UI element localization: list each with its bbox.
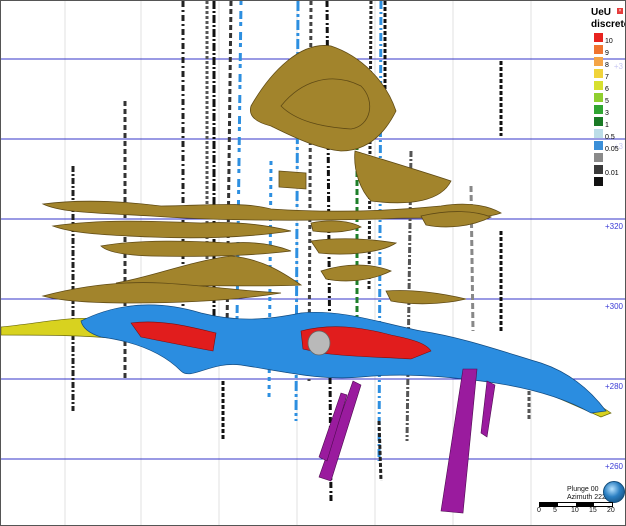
legend-swatch bbox=[594, 33, 603, 42]
elevation-label: +300 bbox=[604, 302, 623, 311]
legend-swatch bbox=[594, 177, 603, 186]
elevation-label: +320 bbox=[604, 222, 623, 231]
globe-icon[interactable] bbox=[603, 481, 625, 503]
legend-label: 0.05 bbox=[605, 146, 619, 153]
legend-label: 6 bbox=[605, 86, 609, 93]
legend-swatch bbox=[594, 153, 603, 162]
strata-lenses bbox=[41, 45, 502, 305]
legend-label: 5 bbox=[605, 98, 609, 105]
plunge-label: Plunge 00 bbox=[567, 486, 599, 493]
legend-swatch bbox=[594, 81, 603, 90]
legend-label: 7 bbox=[605, 74, 609, 81]
legend-swatch bbox=[594, 165, 603, 174]
legend-swatch bbox=[594, 117, 603, 126]
orientation-widget: Plunge 00 Azimuth 222 0 5 10 15 20 bbox=[527, 481, 625, 525]
close-icon[interactable]: × bbox=[617, 8, 623, 14]
legend-label: 10 bbox=[605, 38, 613, 45]
legend-label: 1 bbox=[605, 122, 609, 129]
scale-tick: 20 bbox=[607, 507, 615, 514]
legend-label: 8 bbox=[605, 62, 609, 69]
legend-panel: UeU discrete × 10 9 8 7 6 5 3 1 0.5 0.05 0.01 bbox=[587, 5, 625, 203]
legend-swatch bbox=[594, 57, 603, 66]
elevation-label: +260 bbox=[604, 462, 623, 471]
legend-swatch bbox=[594, 69, 603, 78]
elevation-label: +280 bbox=[604, 382, 623, 391]
scale-tick: 15 bbox=[589, 507, 597, 514]
legend-label: 0.5 bbox=[605, 134, 615, 141]
azimuth-label: Azimuth 222 bbox=[567, 494, 606, 501]
legend-label: 0.01 bbox=[605, 170, 619, 177]
legend-swatch bbox=[594, 45, 603, 54]
legend-swatch bbox=[594, 129, 603, 138]
legend-label: 3 bbox=[605, 110, 609, 117]
legend-swatch bbox=[594, 93, 603, 102]
legend-label: 9 bbox=[605, 50, 609, 57]
scale-tick: 5 bbox=[553, 507, 557, 514]
3d-viewport[interactable]: +3 +3 +320 +300 +280 +260 UeU discrete ×… bbox=[0, 0, 626, 526]
legend-swatch bbox=[594, 141, 603, 150]
grey-pod bbox=[307, 330, 331, 356]
section-scene[interactable] bbox=[1, 1, 626, 526]
scale-tick: 10 bbox=[571, 507, 579, 514]
scale-tick: 0 bbox=[537, 507, 541, 514]
legend-swatch bbox=[594, 105, 603, 114]
